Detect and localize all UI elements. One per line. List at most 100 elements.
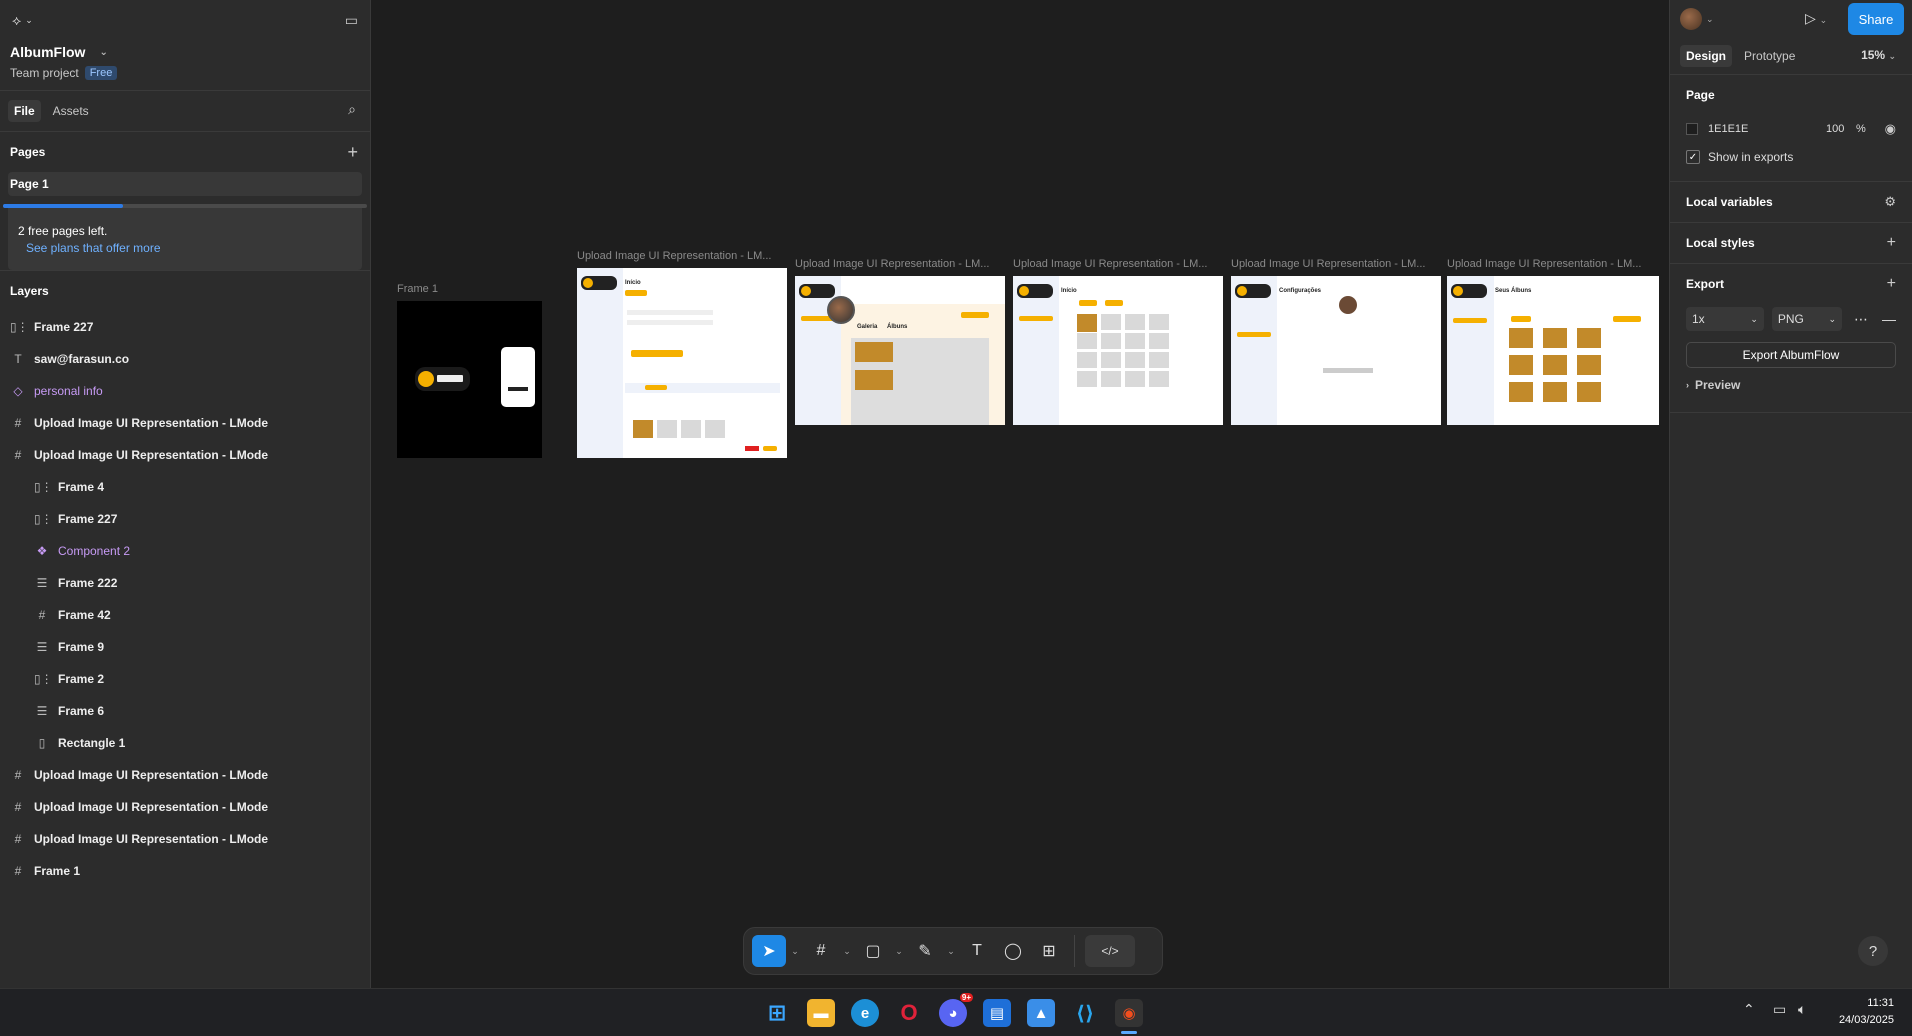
remove-export-icon[interactable]: — — [1882, 311, 1896, 327]
color-swatch[interactable] — [1686, 123, 1698, 135]
show-in-exports-row[interactable]: ✓ Show in exports — [1686, 143, 1896, 171]
export-scale-select[interactable]: 1x ⌄ — [1686, 307, 1764, 331]
tab-assets[interactable]: Assets — [47, 100, 95, 122]
frame-title: Configurações — [1279, 288, 1322, 294]
page-item[interactable]: Page 1 — [8, 172, 362, 196]
free-pages-box: 2 free pages left. See plans that offer … — [8, 208, 362, 270]
page-color-row[interactable]: 1E1E1E 100 % ◉ — [1686, 115, 1896, 143]
thumbnail-placeholder — [1125, 352, 1145, 368]
layer-item[interactable]: # Upload Image UI Representation - LMode — [0, 439, 370, 471]
present-play-icon[interactable]: ▷ ⌄ — [1805, 10, 1827, 27]
more-options-icon[interactable]: ⋯ — [1854, 311, 1868, 328]
layer-item[interactable]: # Upload Image UI Representation - LMode — [0, 823, 370, 855]
frame-label[interactable]: Upload Image UI Representation - LM... — [1231, 258, 1439, 270]
actions-tool-icon[interactable]: ⊞ — [1032, 935, 1066, 967]
chevron-down-icon[interactable]: ⌄ — [892, 935, 906, 967]
chevron-down-icon[interactable]: ⌄ — [840, 935, 854, 967]
layer-item[interactable]: ▯ Rectangle 1 — [0, 727, 370, 759]
see-plans-link[interactable]: See plans that offer more — [18, 241, 352, 255]
chevron-down-icon[interactable]: ⌄ — [944, 935, 958, 967]
text-tool-icon[interactable]: T — [960, 935, 994, 967]
add-style-icon[interactable]: + — [1887, 234, 1896, 252]
project-type: Team project — [10, 66, 79, 80]
frame-tool-icon[interactable]: # — [804, 935, 838, 967]
album-thumbnail — [1577, 328, 1601, 348]
eye-icon[interactable]: ◉ — [1885, 121, 1896, 137]
sliders-icon[interactable]: ⚙ — [1884, 194, 1896, 210]
layer-item[interactable]: ☰ Frame 222 — [0, 567, 370, 599]
chevron-up-icon[interactable]: ⌃ — [1743, 1001, 1755, 1018]
upload-frame-2[interactable]: Galeria Álbuns — [795, 276, 1005, 425]
move-tool-icon[interactable]: ➤ — [752, 935, 786, 967]
project-title[interactable]: AlbumFlow ⌄ — [10, 44, 360, 60]
frame-label[interactable]: Upload Image UI Representation - LM... — [795, 258, 1003, 270]
tab-prototype[interactable]: Prototype — [1738, 45, 1801, 67]
file-explorer-icon[interactable]: ▬ — [807, 999, 835, 1027]
main-menu-button[interactable]: ⟡ ⌄ — [12, 12, 33, 29]
figma-app-icon[interactable]: ◉ — [1115, 999, 1143, 1027]
upload-frame-3[interactable]: Início — [1013, 276, 1223, 425]
page-color-value[interactable]: 1E1E1E — [1708, 123, 1748, 135]
frame-label[interactable]: Upload Image UI Representation - LM... — [577, 250, 785, 262]
layer-item[interactable]: ▯⋮ Frame 4 — [0, 471, 370, 503]
thumbnail-placeholder — [1149, 352, 1169, 368]
tab-design[interactable]: Design — [1680, 45, 1733, 67]
share-button[interactable]: Share — [1848, 3, 1904, 35]
frame-1[interactable] — [397, 301, 542, 458]
tab-file[interactable]: File — [8, 100, 41, 122]
layer-item[interactable]: ☰ Frame 6 — [0, 695, 370, 727]
upload-frame-5[interactable]: Seus Álbuns — [1447, 276, 1659, 425]
layer-item[interactable]: # Frame 1 — [0, 855, 370, 887]
layer-item[interactable]: ▯⋮ Frame 227 — [0, 311, 370, 343]
plan-badge[interactable]: Free — [84, 66, 118, 80]
chevron-down-icon[interactable]: ⌄ — [788, 935, 802, 967]
layer-item[interactable]: Tsaw@farasun.co — [0, 343, 370, 375]
vscode-icon[interactable]: ⟨⟩ — [1071, 999, 1099, 1027]
export-format-select[interactable]: PNG ⌄ — [1771, 307, 1842, 331]
layer-name: Upload Image UI Representation - LMode — [34, 800, 269, 814]
layer-item[interactable]: # Upload Image UI Representation - LMode — [0, 791, 370, 823]
chevron-down-icon[interactable]: ⌄ — [1706, 14, 1714, 25]
canvas[interactable]: Frame 1 Upload Image UI Representation -… — [371, 0, 1669, 988]
photos-app-icon[interactable]: ▲ — [1027, 999, 1055, 1027]
layer-item[interactable]: # Upload Image UI Representation - LMode — [0, 759, 370, 791]
dev-mode-icon[interactable]: </> — [1085, 935, 1135, 967]
search-icon[interactable]: ⌕ — [348, 101, 356, 118]
opera-browser-icon[interactable]: O — [895, 999, 923, 1027]
page-opacity-value[interactable]: 100 — [1826, 123, 1844, 135]
volume-icon[interactable]: 🔈︎ — [1798, 1001, 1806, 1018]
pen-tool-icon[interactable]: ✎ — [908, 935, 942, 967]
network-icon[interactable]: ▭ — [1773, 1001, 1786, 1018]
upload-frame-4[interactable]: Configurações — [1231, 276, 1441, 425]
add-page-icon[interactable]: + — [347, 142, 358, 163]
frame-label[interactable]: Upload Image UI Representation - LM... — [1013, 258, 1221, 270]
top-bar: ⟡ ⌄ ▭ — [0, 0, 370, 40]
left-tabs: File Assets ⌕ — [0, 91, 370, 131]
layer-item[interactable]: # Frame 42 — [0, 599, 370, 631]
windows-start-icon[interactable]: ⊞ — [763, 999, 791, 1027]
frame-1-label[interactable]: Frame 1 — [397, 283, 438, 295]
export-button[interactable]: Export AlbumFlow — [1686, 342, 1896, 368]
docs-app-icon[interactable]: ▤ — [983, 999, 1011, 1027]
layer-item[interactable]: ❖ Component 2 — [0, 535, 370, 567]
upload-frame-1[interactable]: Início — [577, 268, 787, 458]
clock[interactable]: 11:31 24/03/2025 — [1839, 995, 1894, 1029]
rectangle-tool-icon[interactable]: ▢ — [856, 935, 890, 967]
preview-toggle[interactable]: › Preview — [1686, 368, 1896, 402]
zoom-level[interactable]: 15% ⌄ — [1861, 48, 1896, 62]
frame-label[interactable]: Upload Image UI Representation - LM... — [1447, 258, 1659, 270]
layer-item[interactable]: ☰ Frame 9 — [0, 631, 370, 663]
discord-icon[interactable]: ◕ 9+ — [939, 993, 973, 1027]
add-export-icon[interactable]: + — [1887, 275, 1896, 293]
chevron-down-icon: ⌄ — [25, 14, 33, 25]
edge-browser-icon[interactable]: e — [851, 999, 879, 1027]
layer-item[interactable]: ▯⋮ Frame 227 — [0, 503, 370, 535]
layer-item[interactable]: ◇ personal info — [0, 375, 370, 407]
comment-tool-icon[interactable]: ◯ — [996, 935, 1030, 967]
toggle-sidebar-icon[interactable]: ▭ — [345, 12, 358, 29]
avatar[interactable] — [1680, 8, 1702, 30]
checkmark-icon[interactable]: ✓ — [1686, 150, 1700, 164]
layer-item[interactable]: ▯⋮ Frame 2 — [0, 663, 370, 695]
layer-item[interactable]: # Upload Image UI Representation - LMode — [0, 407, 370, 439]
help-icon[interactable]: ? — [1858, 936, 1888, 966]
